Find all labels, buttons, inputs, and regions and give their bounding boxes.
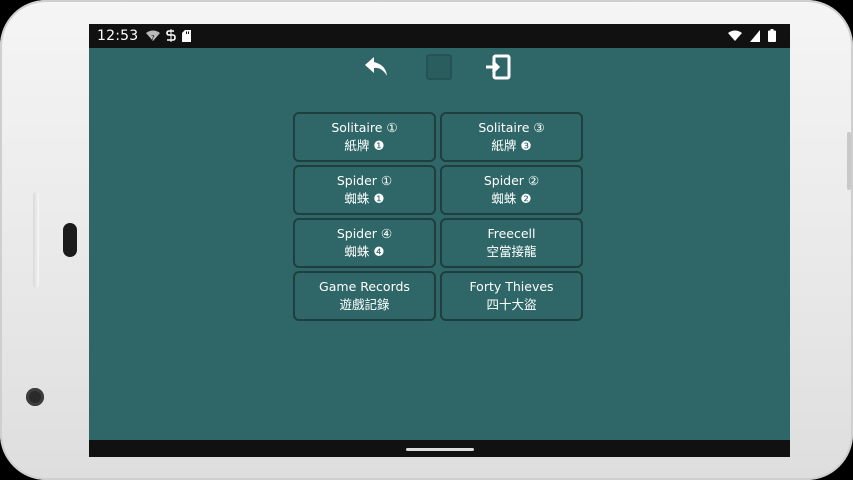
status-bar: 12:53 ? [89,24,790,48]
top-toolbar [89,52,790,86]
status-time: 12:53 [97,28,139,44]
forty-thieves-button[interactable]: Forty Thieves 四十大盜 [440,271,583,321]
card-subtitle: 蜘蛛 ❶ [344,191,385,206]
card-subtitle: 遊戲記錄 [339,297,390,312]
card-title: Spider ① [336,173,393,188]
freecell-button[interactable]: Freecell 空當接龍 [440,218,583,268]
square-icon[interactable] [424,52,454,82]
spider-2-button[interactable]: Spider ② 蜘蛛 ❷ [440,165,583,215]
spider-1-button[interactable]: Spider ① 蜘蛛 ❶ [293,165,436,215]
undo-icon[interactable] [362,52,392,82]
front-camera [26,388,44,406]
solitaire-3-button[interactable]: Solitaire ③ 紙牌 ❸ [440,112,583,162]
exit-icon[interactable] [483,52,513,82]
card-title: Solitaire ① [331,120,398,135]
card-title: Freecell [487,226,536,241]
wifi-question-icon: ? [146,27,161,46]
status-icons: ? [146,27,192,46]
card-subtitle: 紙牌 ❸ [491,138,532,153]
app-screen: 12:53 ? Solitaire ① 紙牌 ❶ Solitaire ③ 紙牌 … [89,24,790,457]
phone-frame: 12:53 ? Solitaire ① 紙牌 ❶ Solitaire ③ 紙牌 … [0,0,853,480]
card-title: Spider ④ [336,226,393,241]
spider-4-button[interactable]: Spider ④ 蜘蛛 ❹ [293,218,436,268]
wifi-icon [728,27,742,46]
svg-text:?: ? [151,34,155,42]
card-subtitle: 紙牌 ❶ [344,138,385,153]
battery-icon [768,27,776,46]
game-menu-grid: Solitaire ① 紙牌 ❶ Solitaire ③ 紙牌 ❸ Spider… [293,112,585,321]
card-title: Forty Thieves [469,279,554,294]
power-button[interactable] [847,132,851,190]
s-notification-icon [166,27,177,46]
sd-card-icon [182,27,192,46]
card-title: Spider ② [483,173,540,188]
game-records-button[interactable]: Game Records 遊戲記錄 [293,271,436,321]
card-subtitle: 蜘蛛 ❷ [491,191,532,206]
navigation-bar [89,440,790,457]
card-title: Solitaire ③ [478,120,545,135]
solitaire-1-button[interactable]: Solitaire ① 紙牌 ❶ [293,112,436,162]
card-subtitle: 四十大盜 [486,297,537,312]
card-subtitle: 空當接龍 [486,244,537,259]
status-right-icons [728,27,776,46]
card-subtitle: 蜘蛛 ❹ [344,244,385,259]
home-gesture-pill[interactable] [406,448,474,451]
speaker-grille [63,223,77,257]
card-title: Game Records [319,279,410,294]
cell-signal-icon [750,27,760,46]
side-bezel [33,192,39,288]
